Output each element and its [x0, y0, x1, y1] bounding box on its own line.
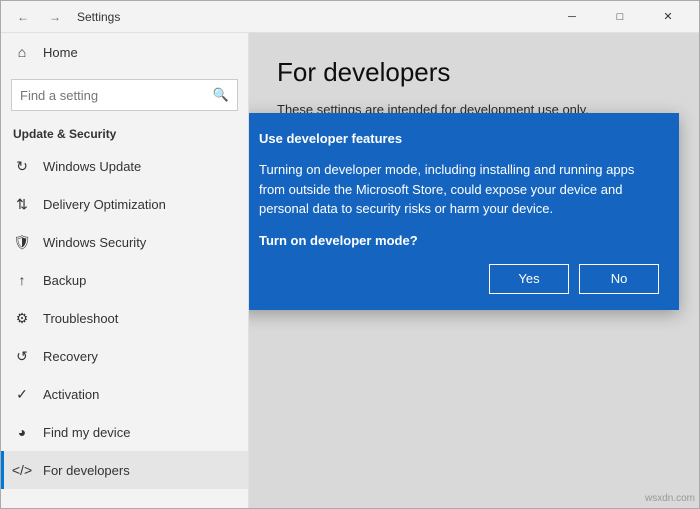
backup-icon: ↑ — [13, 271, 31, 289]
window-title: Settings — [77, 10, 120, 24]
activation-icon: ✓ — [13, 385, 31, 403]
nav-controls: ← → — [9, 6, 69, 28]
watermark: wsxdn.com — [645, 493, 695, 504]
minimize-button[interactable]: ─ — [549, 1, 595, 33]
sidebar-item-label: For developers — [43, 463, 130, 478]
sidebar-item-label: Backup — [43, 273, 86, 288]
sidebar-item-label: Find my device — [43, 425, 130, 440]
sidebar-item-label: Windows Update — [43, 159, 141, 174]
windows-update-icon: ↻ — [13, 157, 31, 175]
sidebar-item-backup[interactable]: ↑ Backup — [1, 261, 248, 299]
search-box[interactable]: 🔍 — [11, 79, 238, 111]
sidebar-item-for-developers[interactable]: </> For developers — [1, 451, 248, 489]
dialog: Use developer features Turning on develo… — [249, 113, 679, 310]
sidebar-item-label: Recovery — [43, 349, 98, 364]
window-controls: ─ □ ✕ — [549, 1, 691, 33]
title-bar-left: ← → Settings — [9, 6, 120, 28]
sidebar-item-recovery[interactable]: ↺ Recovery — [1, 337, 248, 375]
shield-icon: 🛡 — [13, 233, 31, 251]
sidebar-item-label: Delivery Optimization — [43, 197, 166, 212]
sidebar-item-windows-update[interactable]: ↻ Windows Update — [1, 147, 248, 185]
delivery-optimization-icon: ⇅ — [13, 195, 31, 213]
sidebar-home-label: Home — [43, 45, 78, 60]
recovery-icon: ↺ — [13, 347, 31, 365]
back-button[interactable]: ← — [9, 6, 37, 28]
troubleshoot-icon: ⚙ — [13, 309, 31, 327]
search-icon: 🔍 — [213, 87, 229, 103]
dialog-question: Turn on developer mode? — [259, 233, 659, 248]
sidebar-item-label: Activation — [43, 387, 99, 402]
settings-window: ← → Settings ─ □ ✕ ⌂ Home 🔍 Update & — [0, 0, 700, 509]
dialog-buttons: Yes No — [259, 264, 659, 294]
sidebar-item-troubleshoot[interactable]: ⚙ Troubleshoot — [1, 299, 248, 337]
close-button[interactable]: ✕ — [645, 1, 691, 33]
sidebar-item-delivery-optimization[interactable]: ⇅ Delivery Optimization — [1, 185, 248, 223]
for-developers-icon: </> — [13, 461, 31, 479]
dialog-title: Use developer features — [259, 131, 659, 146]
sidebar-item-label: Troubleshoot — [43, 311, 118, 326]
forward-button[interactable]: → — [41, 6, 69, 28]
dialog-overlay: Use developer features Turning on develo… — [249, 33, 699, 508]
dialog-body: Turning on developer mode, including ins… — [259, 160, 659, 219]
sidebar-item-activation[interactable]: ✓ Activation — [1, 375, 248, 413]
sidebar: ⌂ Home 🔍 Update & Security ↻ Windows Upd… — [1, 33, 249, 508]
sidebar-item-label: Windows Security — [43, 235, 146, 250]
sidebar-section-title: Update & Security — [1, 119, 248, 147]
title-bar: ← → Settings ─ □ ✕ — [1, 1, 699, 33]
content-area: ⌂ Home 🔍 Update & Security ↻ Windows Upd… — [1, 33, 699, 508]
find-my-device-icon: ◕ — [13, 423, 31, 441]
home-icon: ⌂ — [13, 43, 31, 61]
no-button[interactable]: No — [579, 264, 659, 294]
main-content: For developers These settings are intend… — [249, 33, 699, 508]
search-input[interactable] — [20, 88, 213, 103]
yes-button[interactable]: Yes — [489, 264, 569, 294]
maximize-button[interactable]: □ — [597, 1, 643, 33]
sidebar-item-home[interactable]: ⌂ Home — [1, 33, 248, 71]
sidebar-item-find-my-device[interactable]: ◕ Find my device — [1, 413, 248, 451]
sidebar-item-windows-security[interactable]: 🛡 Windows Security — [1, 223, 248, 261]
